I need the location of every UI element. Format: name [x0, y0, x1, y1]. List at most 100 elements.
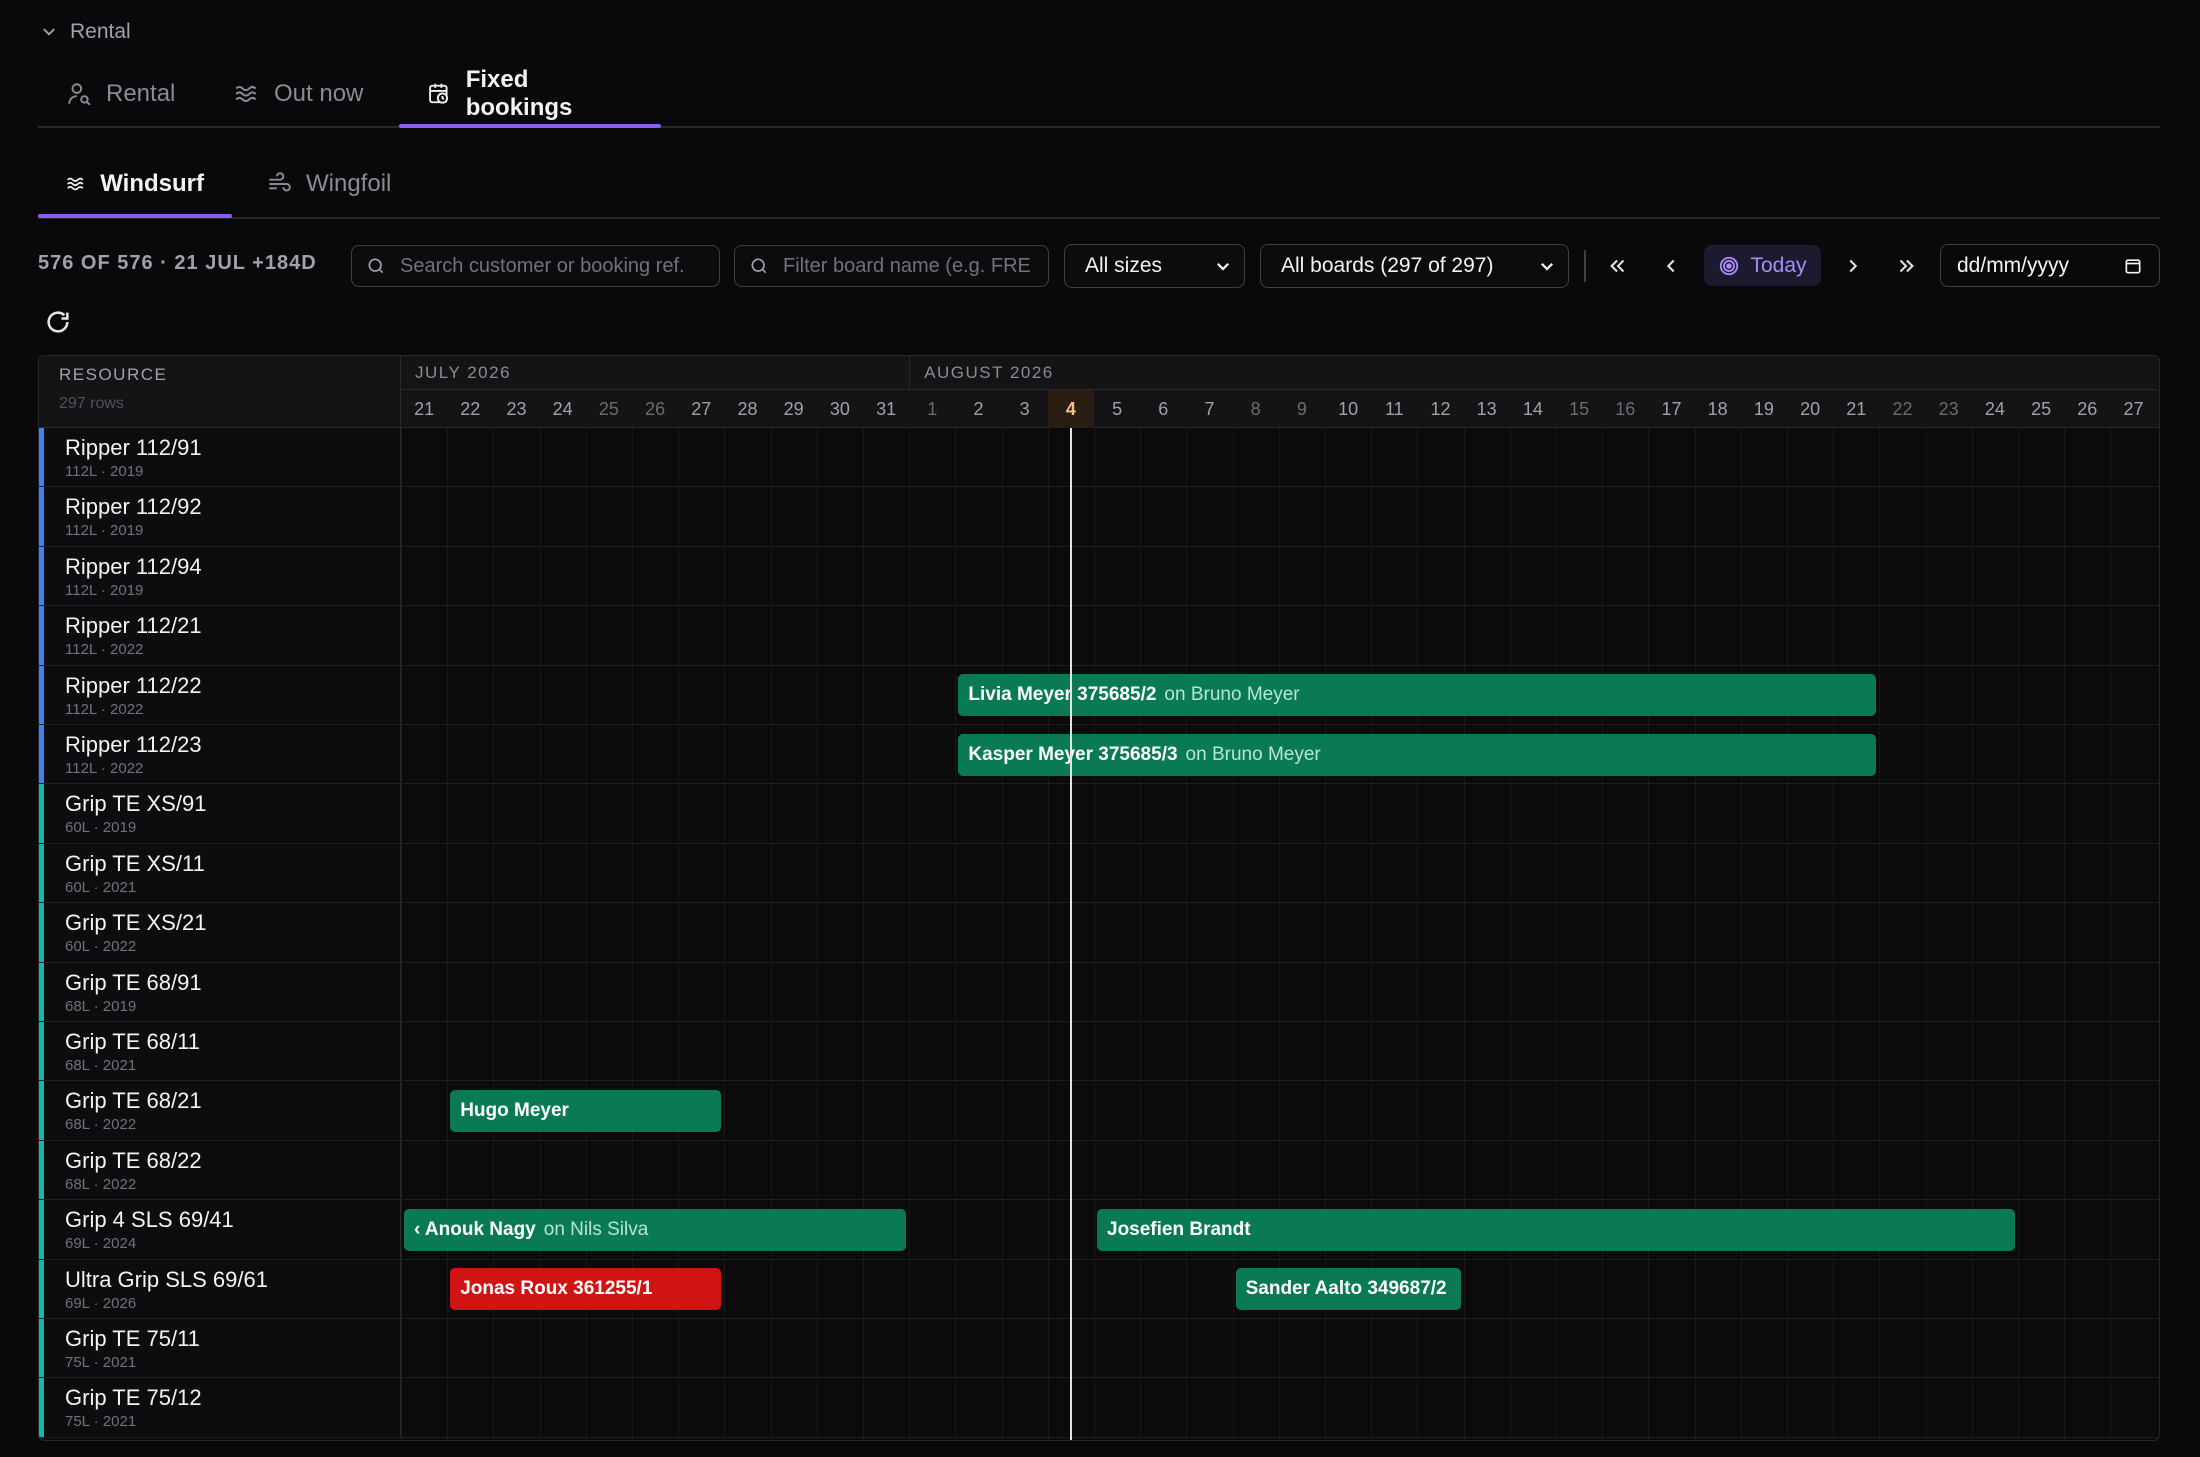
- section-toggle[interactable]: Rental: [40, 20, 131, 44]
- tab-wingfoil[interactable]: Wingfoil: [238, 152, 419, 216]
- resource-cell[interactable]: Ripper 112/91 112L · 2019: [39, 428, 401, 487]
- resource-row: Ripper 112/91 112L · 2019: [39, 428, 2159, 488]
- resource-meta: 69L · 2024: [65, 1235, 137, 1253]
- resource-cell[interactable]: Ultra Grip SLS 69/61 69L · 2026: [39, 1259, 401, 1318]
- booking-bar[interactable]: Josefien Brandt: [1097, 1208, 2015, 1251]
- chevron-down-icon: [1216, 262, 1230, 271]
- chevron-down-icon: [43, 28, 55, 36]
- booking-bar[interactable]: Livia Meyer 375685/2 on Bruno Meyer: [958, 674, 1877, 717]
- category-stripe: [39, 1200, 44, 1259]
- day-label: 12: [1430, 399, 1451, 419]
- day-label: 29: [783, 399, 804, 419]
- day-label: 15: [1569, 399, 1590, 419]
- tab-label: Wingfoil: [306, 170, 392, 197]
- resource-meta: 60L · 2022: [65, 938, 137, 956]
- resource-cell[interactable]: Ripper 112/94 112L · 2019: [39, 546, 401, 606]
- booking-owner: on Bruno Meyer: [1164, 684, 1300, 706]
- resource-name: Grip TE 68/91: [65, 969, 202, 995]
- day-label: 20: [1800, 399, 1821, 419]
- resource-meta: 68L · 2022: [65, 1116, 137, 1134]
- resource-name: Ripper 112/92: [65, 494, 202, 520]
- board-filter[interactable]: [734, 245, 1049, 287]
- chevron-left-icon: [1666, 259, 1675, 273]
- category-stripe: [39, 962, 44, 1021]
- booking-bar[interactable]: Hugo Meyer: [450, 1090, 722, 1133]
- day-label-today: 4: [1047, 390, 1094, 428]
- resource-cell[interactable]: Ripper 112/92 112L · 2019: [39, 487, 401, 546]
- previous-button[interactable]: [1651, 246, 1691, 286]
- resource-cell[interactable]: Grip 4 SLS 69/41 69L · 2024: [39, 1200, 401, 1259]
- booking-label: Livia Meyer 375685/2: [968, 684, 1157, 706]
- resource-row: Ripper 112/94 112L · 2019: [39, 546, 2159, 607]
- resource-name: Grip TE XS/91: [65, 791, 207, 817]
- day-label: 21: [1846, 399, 1867, 419]
- calendar-clock-icon: [429, 83, 449, 104]
- resource-name: Ripper 112/22: [65, 672, 202, 698]
- booking-label: Josefien Brandt: [1107, 1218, 1251, 1240]
- day-label: 18: [1707, 399, 1728, 419]
- resource-cell[interactable]: Grip TE XS/11 60L · 2021: [39, 843, 401, 903]
- category-stripe: [39, 428, 44, 487]
- resource-cell[interactable]: Ripper 112/21 112L · 2022: [39, 606, 401, 665]
- date-input[interactable]: dd/mm/yyyy: [1940, 244, 2160, 287]
- size-select[interactable]: All sizes: [1064, 244, 1245, 288]
- chevrons-right-icon: [1899, 259, 1914, 273]
- day-label: 24: [1984, 399, 2005, 419]
- resource-meta: 112L · 2019: [65, 522, 144, 540]
- category-stripe: [39, 903, 44, 962]
- resource-cell[interactable]: Grip TE 68/91 68L · 2019: [39, 962, 401, 1021]
- day-label: 23: [1938, 399, 1959, 419]
- booking-owner: on Nils Silva: [543, 1218, 649, 1240]
- tab-out-now[interactable]: Out now: [206, 62, 391, 126]
- resource-cell[interactable]: Grip TE 75/12 75L · 2021: [39, 1378, 401, 1437]
- resource-name: Grip TE 75/12: [65, 1385, 202, 1411]
- resource-row: Grip TE 75/11 75L · 2021: [39, 1319, 2159, 1379]
- next-button[interactable]: [1833, 246, 1873, 286]
- chevron-right-icon: [1849, 259, 1858, 273]
- day-label: 11: [1384, 399, 1404, 419]
- toolbar-divider: [1584, 250, 1586, 282]
- resource-cell[interactable]: Grip TE 68/11 68L · 2021: [39, 1022, 401, 1081]
- booking-bar[interactable]: Sander Aalto 349687/2: [1235, 1268, 1461, 1311]
- day-label: 7: [1204, 399, 1215, 419]
- resource-meta: 75L · 2021: [65, 1354, 137, 1371]
- board-filter-input[interactable]: [781, 253, 1034, 279]
- resource-row: Grip TE 68/21 68L · 2022: [39, 1081, 2159, 1141]
- tab-rental[interactable]: Rental: [38, 62, 203, 126]
- resource-cell[interactable]: Grip TE XS/91 60L · 2019: [39, 784, 401, 843]
- category-stripe: [39, 843, 44, 903]
- board-select[interactable]: All boards (297 of 297): [1260, 244, 1569, 288]
- day-label: 2: [973, 399, 984, 419]
- calendar-icon: [2125, 258, 2141, 273]
- refresh-icon[interactable]: [44, 308, 72, 336]
- tab-label: Fixed bookings: [465, 66, 573, 121]
- resource-cell[interactable]: Grip TE 68/21 68L · 2022: [39, 1081, 401, 1140]
- jump-back-button[interactable]: [1598, 246, 1638, 286]
- category-stripe: [39, 665, 44, 724]
- customer-search-input[interactable]: [398, 253, 705, 279]
- today-button[interactable]: Today: [1704, 245, 1821, 286]
- day-label: 5: [1112, 399, 1123, 419]
- resource-row: Grip TE 68/22 68L · 2022: [39, 1140, 2159, 1201]
- booking-timeline: RESOURCE 297 rows JULY 2026 AUGUST 2026 21…: [38, 355, 2160, 1441]
- resource-row: Ripper 112/92 112L · 2019: [39, 487, 2159, 547]
- resource-cell[interactable]: Ripper 112/23 112L · 2022: [39, 725, 401, 784]
- resource-cell[interactable]: Grip TE 68/22 68L · 2022: [39, 1140, 401, 1200]
- customer-search[interactable]: [351, 245, 720, 287]
- resource-meta: 60L · 2021: [65, 878, 137, 896]
- resource-meta: 68L · 2019: [65, 997, 137, 1015]
- category-stripe: [39, 1319, 44, 1378]
- resource-cell[interactable]: Ripper 112/22 112L · 2022: [39, 665, 401, 724]
- resource-cell[interactable]: Grip TE XS/21 60L · 2022: [39, 903, 401, 962]
- booking-bar[interactable]: ‹ Anouk Nagy on Nils Silva: [404, 1208, 907, 1251]
- chevrons-left-icon: [1610, 259, 1625, 273]
- booking-bar[interactable]: Kasper Meyer 375685/3 on Bruno Meyer: [958, 733, 1877, 776]
- booking-bar[interactable]: Jonas Roux 361255/1: [450, 1268, 722, 1311]
- resource-name: Grip 4 SLS 69/41: [65, 1207, 234, 1233]
- tab-fixed-bookings[interactable]: Fixed bookings: [399, 62, 661, 128]
- resource-meta: 112L · 2022: [65, 641, 144, 659]
- jump-forward-button[interactable]: [1886, 246, 1926, 286]
- resource-meta: 112L · 2019: [65, 463, 144, 480]
- tab-windsurf[interactable]: Windsurf: [38, 152, 232, 218]
- resource-cell[interactable]: Grip TE 75/11 75L · 2021: [39, 1319, 401, 1378]
